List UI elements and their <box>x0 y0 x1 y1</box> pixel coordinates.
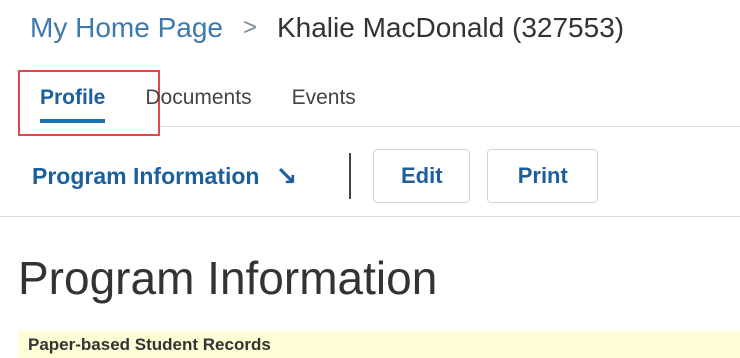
arrow-down-right-icon: ↘ <box>275 160 298 191</box>
tab-bar: Profile Documents Events <box>40 82 396 123</box>
page-title: Program Information <box>18 252 438 304</box>
notice-banner: Paper-based Student Records <box>18 331 740 358</box>
breadcrumb: My Home Page > Khalie MacDonald (327553) <box>30 8 624 48</box>
toolbar-divider <box>0 216 740 217</box>
breadcrumb-current: Khalie MacDonald (327553) <box>276 12 625 43</box>
program-information-link[interactable]: Program Information ↘ <box>32 161 297 192</box>
tabs-divider <box>160 126 740 127</box>
breadcrumb-home-link[interactable]: My Home Page <box>30 12 223 44</box>
tab-documents[interactable]: Documents <box>145 82 251 110</box>
breadcrumb-separator: > <box>242 14 257 41</box>
tab-events[interactable]: Events <box>292 82 356 110</box>
toolbar-separator <box>349 153 352 199</box>
toolbar: Program Information ↘ Edit Print <box>32 148 740 204</box>
print-button[interactable]: Print <box>487 149 599 203</box>
program-information-label: Program Information <box>32 162 260 189</box>
tab-profile[interactable]: Profile <box>40 82 106 123</box>
edit-button[interactable]: Edit <box>373 149 471 203</box>
